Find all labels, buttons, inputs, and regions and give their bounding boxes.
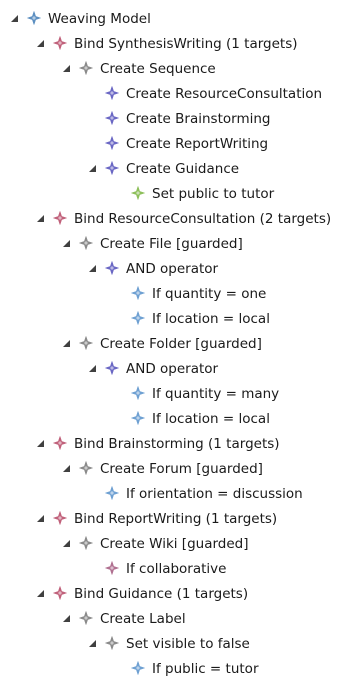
tree-item[interactable]: Set public to tutor [0,181,364,206]
tree-item-label: If orientation = discussion [126,485,303,502]
tree-item-label: Bind Guidance (1 targets) [74,585,249,602]
operator-icon [105,361,119,375]
tree-item-label: If location = local [152,410,270,427]
tree-item-label: Create Sequence [100,60,216,77]
expanded-triangle-icon[interactable] [10,14,19,23]
tree-item[interactable]: If orientation = discussion [0,481,364,506]
operator-icon [105,261,119,275]
tree-item[interactable]: If public = tutor [0,656,364,681]
expanded-triangle-icon[interactable] [88,364,97,373]
tree-item[interactable]: Create ReportWriting [0,131,364,156]
bind-icon [53,436,67,450]
expanded-triangle-icon[interactable] [36,39,45,48]
tree-item[interactable]: Bind ResourceConsultation (2 targets) [0,206,364,231]
tree-item-label: If location = local [152,310,270,327]
create-activity-icon [105,136,119,150]
create-icon [79,336,93,350]
condition-icon [105,561,119,575]
tree-item-label: Bind ResourceConsultation (2 targets) [74,210,332,227]
expanded-triangle-icon[interactable] [36,589,45,598]
tree-item-label: Set public to tutor [152,185,275,202]
create-activity-icon [105,111,119,125]
expanded-triangle-icon[interactable] [88,639,97,648]
expanded-triangle-icon[interactable] [36,514,45,523]
tree-item[interactable]: Create Sequence [0,56,364,81]
tree-item[interactable]: Bind Brainstorming (1 targets) [0,431,364,456]
tree-item-label: AND operator [126,260,219,277]
tree-item[interactable]: Bind Guidance (1 targets) [0,581,364,606]
tree-item[interactable]: Create Wiki [guarded] [0,531,364,556]
tree-item-label: If collaborative [126,560,227,577]
expanded-triangle-icon[interactable] [62,64,71,73]
tree-item[interactable]: Create Guidance [0,156,364,181]
create-icon [79,236,93,250]
expanded-triangle-icon[interactable] [62,239,71,248]
bind-icon [53,211,67,225]
tree-item-label: Create ReportWriting [126,135,269,152]
tree-item[interactable]: Set visible to false [0,631,364,656]
tree-item-label: Create Label [100,610,186,627]
condition-icon [131,286,145,300]
tree-item[interactable]: Create Brainstorming [0,106,364,131]
tree-item-label: If public = tutor [152,660,259,677]
bind-icon [53,511,67,525]
create-icon [79,611,93,625]
expanded-triangle-icon[interactable] [36,439,45,448]
expanded-triangle-icon[interactable] [88,164,97,173]
bind-icon [53,36,67,50]
expanded-triangle-icon[interactable] [62,539,71,548]
tree-item[interactable]: If collaborative [0,556,364,581]
tree-item[interactable]: Create Label [0,606,364,631]
set-icon [131,186,145,200]
tree-item[interactable]: AND operator [0,356,364,381]
condition-icon [131,411,145,425]
tree-item[interactable]: AND operator [0,256,364,281]
create-activity-icon [105,161,119,175]
create-icon [79,461,93,475]
tree-item-label: If quantity = one [152,285,267,302]
expanded-triangle-icon[interactable] [62,464,71,473]
condition-icon [105,486,119,500]
expanded-triangle-icon[interactable] [36,214,45,223]
tree-item-label: Bind Brainstorming (1 targets) [74,435,280,452]
tree-item[interactable]: If location = local [0,306,364,331]
tree-item-label: Create ResourceConsultation [126,85,323,102]
tree-item-label: Create Guidance [126,160,240,177]
tree-item-label: Create Forum [guarded] [100,460,263,477]
tree-item-label: Bind ReportWriting (1 targets) [74,510,278,527]
expanded-triangle-icon[interactable] [62,614,71,623]
condition-icon [131,386,145,400]
tree-item[interactable]: Weaving Model [0,6,364,31]
tree-item[interactable]: Create File [guarded] [0,231,364,256]
tree-item-label: Create Wiki [guarded] [100,535,249,552]
tree-item-label: Create File [guarded] [100,235,243,252]
create-activity-icon [105,86,119,100]
weaving-model-tree: Weaving Model Bind SynthesisWriting (1 ta… [0,0,364,682]
tree-item-label: Set visible to false [126,635,250,652]
tree-item[interactable]: Create ResourceConsultation [0,81,364,106]
tree-item-label: Create Folder [guarded] [100,335,262,352]
condition-icon [131,311,145,325]
tree-item[interactable]: Bind SynthesisWriting (1 targets) [0,31,364,56]
tree-item[interactable]: Create Folder [guarded] [0,331,364,356]
tree-item[interactable]: If location = local [0,406,364,431]
create-icon [79,536,93,550]
condition-icon [131,661,145,675]
tree-item[interactable]: Create Forum [guarded] [0,456,364,481]
weaving-model-icon [27,11,41,25]
tree-item[interactable]: Bind ReportWriting (1 targets) [0,506,364,531]
expanded-triangle-icon[interactable] [88,264,97,273]
tree-item-label: Create Brainstorming [126,110,271,127]
tree-item-label: Weaving Model [48,10,151,27]
expanded-triangle-icon[interactable] [62,339,71,348]
set-icon [105,636,119,650]
tree-item-label: If quantity = many [152,385,280,402]
bind-icon [53,586,67,600]
create-icon [79,61,93,75]
tree-item[interactable]: If quantity = many [0,381,364,406]
tree-item-label: AND operator [126,360,219,377]
tree-item-label: Bind SynthesisWriting (1 targets) [74,35,298,52]
tree-item[interactable]: If quantity = one [0,281,364,306]
